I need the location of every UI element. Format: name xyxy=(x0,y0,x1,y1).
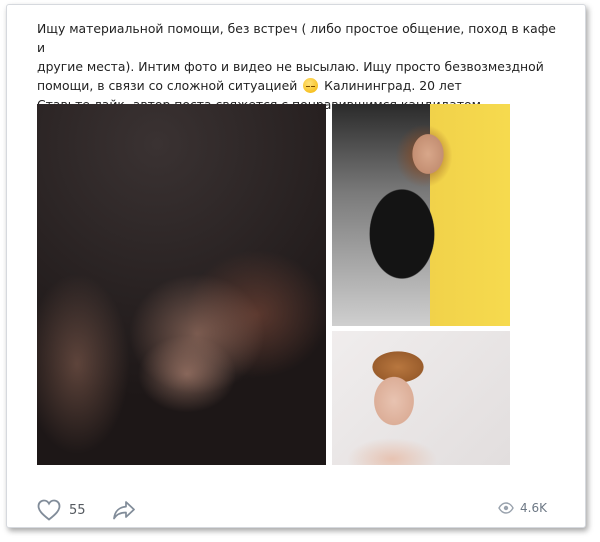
post-photo-mirror-selfie[interactable] xyxy=(332,104,510,326)
post-text-fragment: помощи, в связи со сложной ситуацией xyxy=(37,78,298,93)
post-text-fragment: Калининград. 20 лет xyxy=(324,78,462,93)
views-counter: 4.6K xyxy=(498,501,547,515)
share-button[interactable] xyxy=(112,500,136,520)
post-text-line: другие места). Интим фото и видео не выс… xyxy=(37,59,544,74)
post-actions: 55 xyxy=(37,499,136,521)
like-count: 55 xyxy=(69,502,86,518)
post-text-line: помощи, в связи со сложной ситуацией Кал… xyxy=(37,76,567,95)
views-count: 4.6K xyxy=(520,501,547,515)
post-photo-main[interactable] xyxy=(37,104,326,465)
post-text-line: Ищу материальной помощи, без встреч ( ли… xyxy=(37,21,556,55)
like-button[interactable]: 55 xyxy=(37,499,86,521)
heart-icon xyxy=(37,499,61,521)
eye-icon xyxy=(498,502,514,514)
share-arrow-icon xyxy=(112,501,135,520)
post-text: Ищу материальной помощи, без встреч ( ли… xyxy=(37,19,567,114)
post-card: Ищу материальной помощи, без встреч ( ли… xyxy=(6,4,586,528)
pensive-face-emoji-icon xyxy=(303,78,319,93)
post-photo-portrait[interactable] xyxy=(332,331,510,465)
